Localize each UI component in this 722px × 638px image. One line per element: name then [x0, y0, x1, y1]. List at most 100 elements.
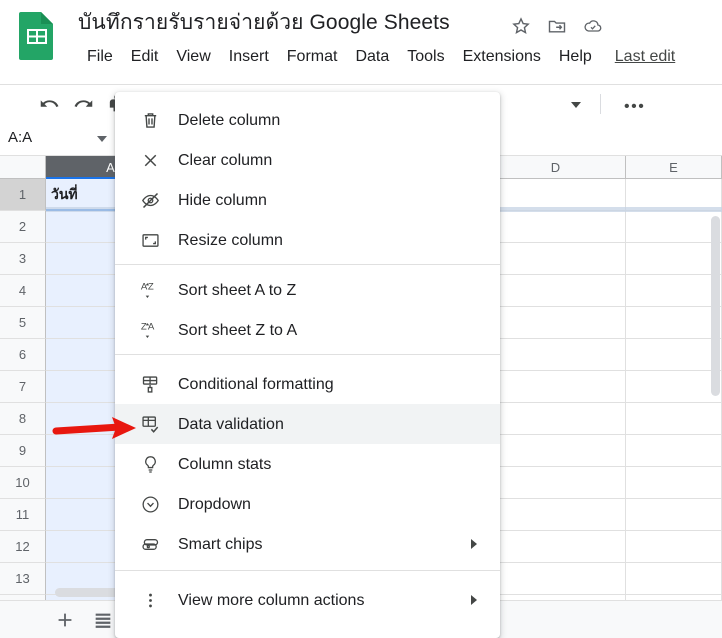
- menu-divider-1: [115, 264, 500, 265]
- cell-e2[interactable]: [626, 211, 722, 243]
- menu-option-label: Smart chips: [178, 536, 263, 553]
- cell-d10[interactable]: [486, 467, 626, 499]
- cell-d12[interactable]: [486, 531, 626, 563]
- chevron-down-icon[interactable]: [97, 136, 107, 142]
- cell-d9[interactable]: [486, 435, 626, 467]
- cell-e6[interactable]: [626, 339, 722, 371]
- menu-bar: File Edit View Insert Format Data Tools Extensi…: [78, 43, 675, 71]
- menu-option-sort-a-to-z[interactable]: A Z Sort sheet A to Z: [115, 270, 500, 310]
- move-to-folder-icon[interactable]: [547, 16, 569, 38]
- menu-item-view[interactable]: View: [167, 43, 219, 71]
- row-header-11[interactable]: 11: [0, 499, 46, 531]
- row-header-12[interactable]: 12: [0, 531, 46, 563]
- menu-option-clear-column[interactable]: Clear column: [115, 140, 500, 180]
- menu-item-data[interactable]: Data: [346, 43, 398, 71]
- menu-option-label: Sort sheet A to Z: [178, 282, 297, 299]
- hide-eye-icon: [140, 190, 161, 211]
- menu-item-tools[interactable]: Tools: [398, 43, 453, 71]
- sort-za-icon: Z A: [140, 320, 161, 341]
- title-bar: บันทึกรายรับรายจ่ายด้วย Google Sheets Fi…: [0, 0, 722, 84]
- grid-vertical-scrollbar[interactable]: [711, 216, 720, 396]
- name-box[interactable]: A:A: [0, 122, 118, 155]
- cell-d5[interactable]: [486, 307, 626, 339]
- column-context-menu[interactable]: Delete column Clear column Hide column R…: [115, 92, 500, 638]
- menu-item-help[interactable]: Help: [550, 43, 601, 71]
- cell-e12[interactable]: [626, 531, 722, 563]
- cell-e13[interactable]: [626, 563, 722, 595]
- menu-option-data-validation[interactable]: Data validation: [115, 404, 500, 444]
- row-header-1[interactable]: 1: [0, 179, 46, 211]
- menu-option-dropdown[interactable]: Dropdown: [115, 484, 500, 524]
- row-header-4[interactable]: 4: [0, 275, 46, 307]
- row-header-13[interactable]: 13: [0, 563, 46, 595]
- cell-e10[interactable]: [626, 467, 722, 499]
- cell-d7[interactable]: [486, 371, 626, 403]
- menu-option-label: Resize column: [178, 232, 283, 249]
- resize-icon: [140, 230, 161, 251]
- dropdown-icon: [140, 494, 161, 515]
- data-validation-icon: [140, 414, 161, 435]
- cell-e8[interactable]: [626, 403, 722, 435]
- cell-d2[interactable]: [486, 211, 626, 243]
- row-header-3[interactable]: 3: [0, 243, 46, 275]
- clear-x-icon: [140, 150, 161, 171]
- menu-option-column-stats[interactable]: Column stats: [115, 444, 500, 484]
- cell-e9[interactable]: [626, 435, 722, 467]
- sort-az-icon: A Z: [140, 280, 161, 301]
- menu-divider-2: [115, 354, 500, 355]
- menu-option-label: Hide column: [178, 192, 267, 209]
- cell-e4[interactable]: [626, 275, 722, 307]
- cell-d3[interactable]: [486, 243, 626, 275]
- menu-option-view-more-column-actions[interactable]: View more column actions: [115, 580, 500, 620]
- menu-item-file[interactable]: File: [78, 43, 122, 71]
- add-sheet-icon[interactable]: [54, 609, 76, 631]
- font-chevron-down-icon[interactable]: [571, 102, 581, 108]
- conditional-formatting-icon: [140, 374, 161, 395]
- google-sheets-logo[interactable]: [17, 10, 57, 62]
- menu-item-format[interactable]: Format: [278, 43, 347, 71]
- column-header-e[interactable]: E: [626, 156, 722, 179]
- column-header-d[interactable]: D: [486, 156, 626, 179]
- select-all-corner[interactable]: [0, 156, 46, 179]
- menu-option-hide-column[interactable]: Hide column: [115, 180, 500, 220]
- menu-option-resize-column[interactable]: Resize column: [115, 220, 500, 260]
- trash-icon: [140, 110, 161, 131]
- row-header-7[interactable]: 7: [0, 371, 46, 403]
- cell-d13[interactable]: [486, 563, 626, 595]
- row-header-2[interactable]: 2: [0, 211, 46, 243]
- cell-d8[interactable]: [486, 403, 626, 435]
- cloud-saved-icon[interactable]: [583, 16, 605, 38]
- menu-option-label: Conditional formatting: [178, 376, 334, 393]
- all-sheets-icon[interactable]: [92, 609, 114, 631]
- menu-item-edit[interactable]: Edit: [122, 43, 168, 71]
- menu-option-smart-chips[interactable]: Smart chips: [115, 524, 500, 564]
- redo-icon[interactable]: [73, 93, 95, 115]
- menu-item-insert[interactable]: Insert: [220, 43, 278, 71]
- menu-option-delete-column[interactable]: Delete column: [115, 100, 500, 140]
- document-title[interactable]: บันทึกรายรับรายจ่ายด้วย Google Sheets: [78, 8, 450, 38]
- row-header-5[interactable]: 5: [0, 307, 46, 339]
- row-header-8[interactable]: 8: [0, 403, 46, 435]
- cell-e7[interactable]: [626, 371, 722, 403]
- star-icon[interactable]: [511, 16, 533, 38]
- column-stats-icon: [140, 454, 161, 475]
- menu-item-extensions[interactable]: Extensions: [454, 43, 550, 71]
- cell-d11[interactable]: [486, 499, 626, 531]
- more-vert-icon: [140, 590, 161, 611]
- menu-option-label: Sort sheet Z to A: [178, 322, 298, 339]
- undo-icon[interactable]: [38, 93, 60, 115]
- cell-e3[interactable]: [626, 243, 722, 275]
- cell-d6[interactable]: [486, 339, 626, 371]
- cell-e5[interactable]: [626, 307, 722, 339]
- menu-divider-3: [115, 570, 500, 571]
- menu-option-sort-z-to-a[interactable]: Z A Sort sheet Z to A: [115, 310, 500, 350]
- menu-option-conditional-formatting[interactable]: Conditional formatting: [115, 364, 500, 404]
- row-header-10[interactable]: 10: [0, 467, 46, 499]
- row-header-6[interactable]: 6: [0, 339, 46, 371]
- more-toolbar-options-button[interactable]: •••: [624, 98, 645, 116]
- row-header-9[interactable]: 9: [0, 435, 46, 467]
- cell-d4[interactable]: [486, 275, 626, 307]
- submenu-arrow-icon: [471, 595, 477, 605]
- cell-e11[interactable]: [626, 499, 722, 531]
- last-edit-link[interactable]: Last edit: [615, 45, 675, 69]
